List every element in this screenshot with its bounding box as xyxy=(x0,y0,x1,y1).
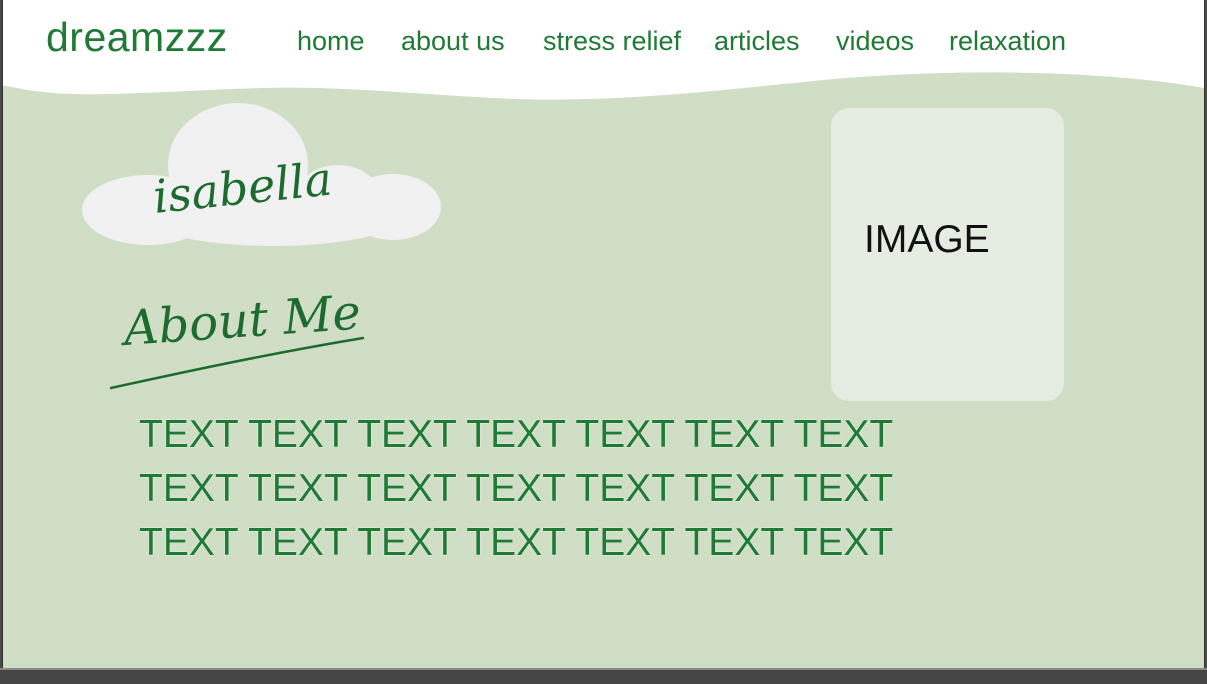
nav-videos[interactable]: videos xyxy=(836,26,914,57)
nav-about-us[interactable]: about us xyxy=(401,26,505,57)
image-placeholder: IMAGE xyxy=(831,108,1064,401)
main-nav: home about us stress relief articles vid… xyxy=(3,26,1204,60)
image-placeholder-label: IMAGE xyxy=(864,218,990,261)
page: dreamzzz home about us stress relief art… xyxy=(2,0,1205,668)
body-line-3: TEXT TEXT TEXT TEXT TEXT TEXT TEXT xyxy=(139,521,894,564)
nav-home[interactable]: home xyxy=(297,26,365,57)
body-line-2: TEXT TEXT TEXT TEXT TEXT TEXT TEXT xyxy=(139,467,894,510)
nav-relaxation[interactable]: relaxation xyxy=(949,26,1066,57)
about-me-title: About Me xyxy=(118,285,363,357)
body-line-1: TEXT TEXT TEXT TEXT TEXT TEXT TEXT xyxy=(139,413,894,456)
about-body-text: TEXT TEXT TEXT TEXT TEXT TEXT TEXT TEXT … xyxy=(139,408,894,570)
name-cloud: isabella xyxy=(82,103,441,246)
about-me-heading: About Me xyxy=(109,285,365,390)
nav-articles[interactable]: articles xyxy=(714,26,800,57)
nav-stress-relief[interactable]: stress relief xyxy=(543,26,681,57)
